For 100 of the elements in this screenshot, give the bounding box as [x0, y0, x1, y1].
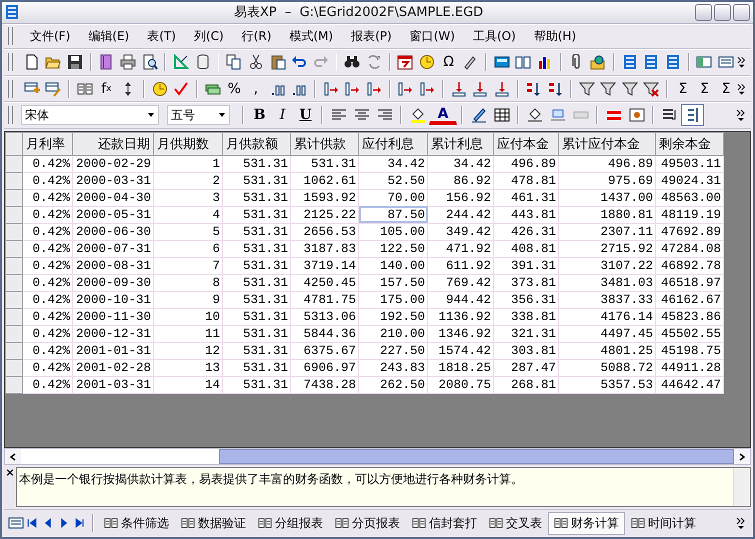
table-cell[interactable]: 531.31 [222, 240, 290, 258]
sheet-tab[interactable]: 信封套打 [406, 512, 483, 535]
horizontal-scrollbar[interactable] [4, 448, 751, 466]
table-cell[interactable]: 1593.92 [290, 189, 358, 206]
table-cell[interactable]: 2000-12-31 [72, 325, 154, 342]
table-cell[interactable]: 3837.33 [558, 291, 656, 308]
table-cell[interactable]: 769.42 [428, 274, 494, 292]
table-cell[interactable]: 105.00 [358, 223, 428, 240]
table-cell[interactable]: 45198.75 [656, 342, 724, 360]
table-cell[interactable]: 391.31 [494, 257, 558, 274]
toolbar-button[interactable]: U [294, 104, 317, 126]
table-cell[interactable]: 244.42 [428, 206, 494, 224]
column-header[interactable]: 累计利息 [428, 132, 494, 156]
table-cell[interactable]: 4781.75 [290, 291, 358, 308]
table-cell[interactable]: 2000-02-29 [72, 155, 154, 172]
table-cell[interactable]: 3107.22 [558, 257, 656, 274]
table-cell[interactable]: 1 [154, 155, 222, 172]
table-cell[interactable]: 1574.42 [428, 342, 494, 360]
table-cell[interactable]: 34.42 [358, 155, 428, 172]
table-cell[interactable]: 2000-04-30 [72, 189, 154, 206]
column-header[interactable]: 应付利息 [358, 132, 428, 156]
table-cell[interactable]: 461.31 [494, 189, 558, 206]
close-button[interactable]: × [4, 467, 16, 507]
table-cell[interactable]: 5844.36 [290, 325, 358, 342]
table-cell[interactable]: 349.42 [428, 223, 494, 240]
table-cell[interactable]: 7438.28 [290, 376, 358, 394]
table-cell[interactable]: 0.42% [22, 342, 72, 360]
dropdown[interactable]: 宋体 [21, 105, 159, 126]
table-cell[interactable]: 3187.83 [290, 240, 358, 258]
table-cell[interactable]: 157.50 [358, 274, 428, 292]
table-cell[interactable]: 8 [154, 274, 222, 292]
table-cell[interactable]: 2656.53 [290, 223, 358, 240]
table-cell[interactable]: 531.31 [222, 189, 290, 206]
table-cell[interactable]: 531.31 [222, 342, 290, 360]
table-cell[interactable]: 531.31 [222, 155, 290, 172]
table-cell[interactable]: 338.81 [494, 308, 558, 326]
table-cell[interactable]: 11 [154, 325, 222, 342]
table-cell[interactable]: 175.00 [358, 291, 428, 308]
column-header[interactable]: 累计应付本金 [558, 132, 656, 156]
table-cell[interactable]: 5 [154, 223, 222, 240]
table-cell[interactable]: 287.47 [494, 359, 558, 376]
table-cell[interactable]: 2000-11-30 [72, 308, 154, 326]
caret-icon[interactable] [218, 111, 226, 120]
corner-cell[interactable] [6, 132, 22, 156]
table-cell[interactable]: 9 [154, 291, 222, 308]
table-cell[interactable]: 531.31 [222, 172, 290, 190]
table-cell[interactable]: 5088.72 [558, 359, 656, 376]
menu-item[interactable]: 工具(O) [464, 28, 525, 45]
table-cell[interactable]: 0.42% [22, 308, 72, 326]
table-cell[interactable]: 2001-02-28 [72, 359, 154, 376]
close-button[interactable] [733, 4, 750, 21]
minimize-button[interactable] [695, 4, 712, 21]
toolbar-button[interactable]: Σ [672, 78, 694, 100]
toolbar-button[interactable] [681, 104, 704, 126]
menu-item[interactable]: 报表(P) [342, 28, 401, 45]
table-cell[interactable]: 3 [154, 189, 222, 206]
sheet-tab[interactable]: 条件筛选 [98, 512, 175, 535]
menu-item[interactable]: 文件(F) [21, 28, 80, 45]
sheet-tab[interactable]: 交叉表 [483, 512, 548, 535]
table-cell[interactable]: 4801.25 [558, 342, 656, 360]
last-sheet-icon[interactable] [74, 517, 86, 530]
table-cell[interactable]: 1346.92 [428, 325, 494, 342]
table-cell[interactable]: 1880.81 [558, 206, 656, 224]
table-cell[interactable]: 975.69 [558, 172, 656, 190]
column-header[interactable]: 剩余本金 [656, 132, 724, 156]
table-cell[interactable]: 268.81 [494, 376, 558, 394]
table-cell[interactable]: 44642.47 [656, 376, 724, 394]
toolbar-button[interactable]: % [223, 78, 246, 100]
table-cell[interactable]: 5313.06 [290, 308, 358, 326]
table-cell[interactable]: 496.89 [558, 155, 656, 172]
caret-icon[interactable] [147, 111, 155, 120]
table-cell[interactable]: 0.42% [22, 359, 72, 376]
table-cell[interactable]: 1437.00 [558, 189, 656, 206]
table-cell[interactable]: 531.31 [222, 308, 290, 326]
table-cell[interactable]: 2000-06-30 [72, 223, 154, 240]
table-cell[interactable]: 2000-07-31 [72, 240, 154, 258]
table-cell[interactable]: 2000-09-30 [72, 274, 154, 292]
table-cell[interactable]: 49024.31 [656, 172, 724, 190]
table-cell[interactable]: 122.50 [358, 240, 428, 258]
menu-item[interactable]: 行(R) [232, 28, 280, 45]
table-cell[interactable]: 13 [154, 359, 222, 376]
table-cell[interactable]: 321.31 [494, 325, 558, 342]
table-cell[interactable]: 243.83 [358, 359, 428, 376]
table-cell[interactable]: 2000-08-31 [72, 257, 154, 274]
table-cell[interactable]: 4497.45 [558, 325, 656, 342]
table-cell[interactable]: 408.81 [494, 240, 558, 258]
table-cell[interactable]: 5357.53 [558, 376, 656, 394]
overflow-icon[interactable] [736, 108, 746, 122]
column-header[interactable]: 应付本金 [494, 132, 558, 156]
table-cell[interactable]: 86.92 [428, 172, 494, 190]
table-cell[interactable]: 2000-10-31 [72, 291, 154, 308]
table-cell[interactable]: 4176.14 [558, 308, 656, 326]
toolbar-button[interactable]: Ω [438, 51, 460, 74]
table-cell[interactable]: 48563.00 [656, 189, 724, 206]
table-cell[interactable]: 0.42% [22, 155, 72, 172]
next-sheet-icon[interactable] [58, 517, 70, 530]
table-cell[interactable]: 12 [154, 342, 222, 360]
table-cell[interactable]: 156.92 [428, 189, 494, 206]
previous-sheet-icon[interactable] [42, 517, 54, 530]
table-cell[interactable]: 478.81 [494, 172, 558, 190]
